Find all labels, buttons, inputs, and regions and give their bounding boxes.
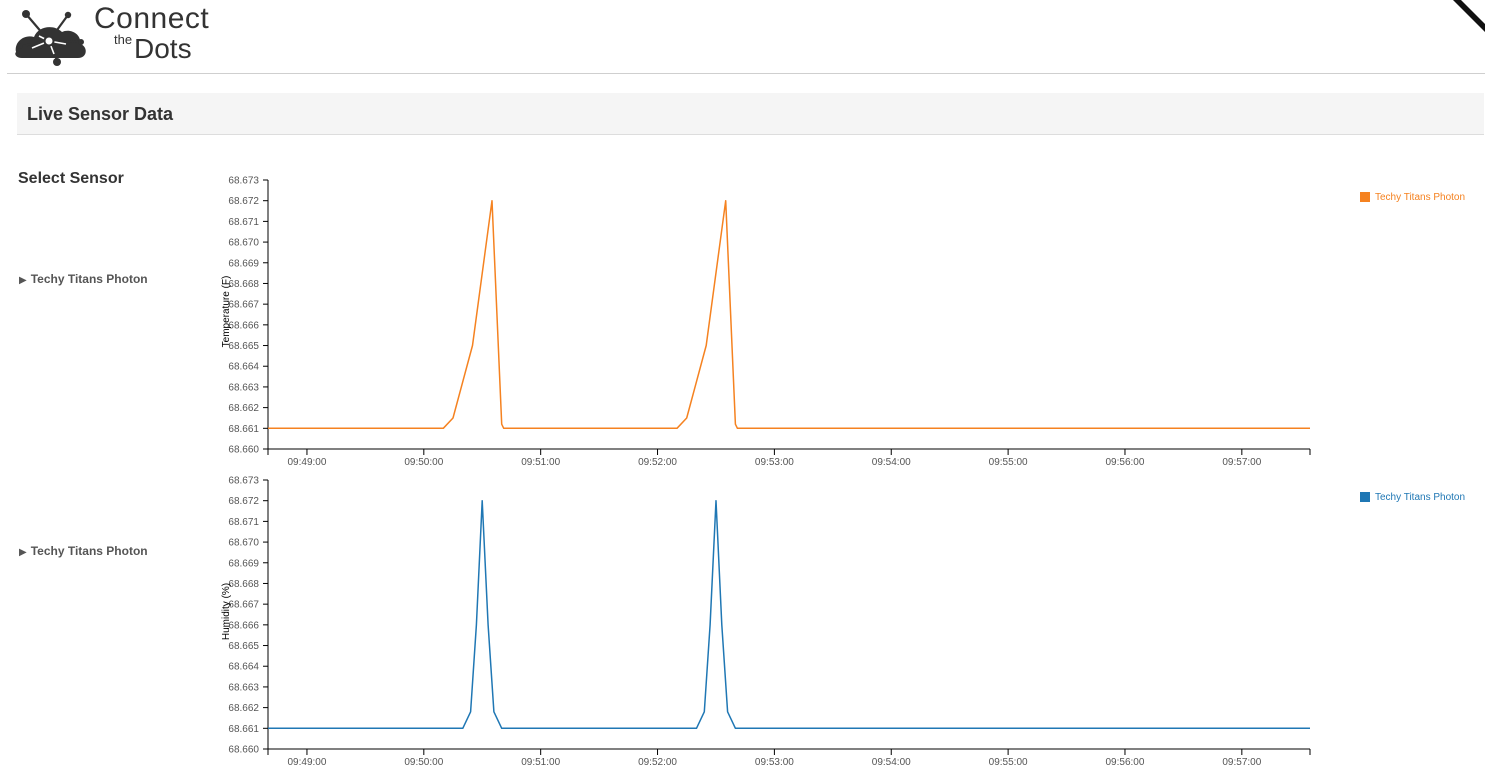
x-tick-label: 09:53:00 [755,457,794,468]
y-tick-label: 68.664 [228,662,259,673]
x-tick-label: 09:49:00 [287,757,326,768]
y-tick-label: 68.672 [228,196,259,207]
brand-connect: Connect [94,2,210,35]
legend-temperature[interactable]: Techy Titans Photon [1360,192,1465,203]
x-tick-label: 09:51:00 [521,757,560,768]
humidity-chart: 68.660 68.661 68.662 68.663 68.664 68.665 68.6… [221,476,1311,768]
legend-label: Techy Titans Photon [1375,192,1466,203]
y-tick-label: 68.660 [228,445,259,456]
y-tick-label: 68.670 [228,538,259,549]
y-tick-label: 68.671 [228,217,259,228]
y-tick-label: 68.671 [228,517,259,528]
y-tick-label: 68.666 [228,320,259,331]
x-tick-label: 09:53:00 [755,757,794,768]
y-tick-label: 68.668 [228,279,259,290]
y-tick-label: 68.673 [228,176,259,187]
legend-humidity[interactable]: Techy Titans Photon [1360,492,1465,503]
x-tick-label: 09:54:00 [872,757,911,768]
x-tick-label: 09:50:00 [404,757,443,768]
y-tick-label: 68.667 [228,600,259,611]
x-tick-label: 09:55:00 [989,457,1028,468]
x-tick-label: 09:56:00 [1106,757,1145,768]
brand-the: the [114,32,133,47]
x-tick-label: 09:51:00 [521,457,560,468]
legend-label: Techy Titans Photon [1375,492,1466,503]
temperature-chart: 68.660 68.661 68.662 68.663 68.664 68.665 68.6… [221,176,1311,468]
y-tick-label: 68.664 [228,362,259,373]
y-axis-label: Temperature (F) [221,276,232,348]
y-axis-label: Humidity (%) [221,583,232,640]
x-tick-label: 09:54:00 [872,457,911,468]
x-tick-label: 09:52:00 [638,457,677,468]
y-tick-label: 68.665 [228,641,259,652]
y-tick-label: 68.663 [228,382,259,393]
y-tick-label: 68.673 [228,476,259,487]
y-tick-label: 68.668 [228,579,259,590]
x-tick-label: 09:55:00 [989,757,1028,768]
y-tick-label: 68.665 [228,341,259,352]
y-tick-label: 68.666 [228,620,259,631]
series-line [268,499,1310,730]
x-tick-label: 09:57:00 [1222,457,1261,468]
x-tick-label: 09:56:00 [1106,457,1145,468]
app-header: Connect the Dots [0,0,1485,74]
panel-header: Live Sensor Data [17,93,1484,135]
y-tick-label: 68.661 [228,724,259,735]
page-title: Live Sensor Data [27,104,174,124]
corner-ribbon-icon[interactable] [1453,0,1485,32]
header-divider [7,73,1485,74]
y-tick-label: 68.669 [228,258,259,269]
y-tick-label: 68.669 [228,558,259,569]
legend-swatch [1360,492,1370,503]
y-tick-label: 68.662 [228,403,259,414]
y-tick-label: 68.661 [228,424,259,435]
legend-swatch [1360,192,1370,203]
y-tick-label: 68.672 [228,496,259,507]
connect-the-dots-logo-icon[interactable] [12,4,92,68]
y-tick-label: 68.670 [228,238,259,249]
y-tick-label: 68.660 [228,745,259,756]
x-tick-label: 09:49:00 [287,457,326,468]
series-line [268,199,1310,430]
brand-dots: Dots [134,33,192,64]
x-tick-label: 09:57:00 [1222,757,1261,768]
y-tick-label: 68.667 [228,300,259,311]
y-tick-label: 68.662 [228,703,259,714]
y-tick-label: 68.663 [228,682,259,693]
x-tick-label: 09:50:00 [404,457,443,468]
x-tick-label: 09:52:00 [638,757,677,768]
